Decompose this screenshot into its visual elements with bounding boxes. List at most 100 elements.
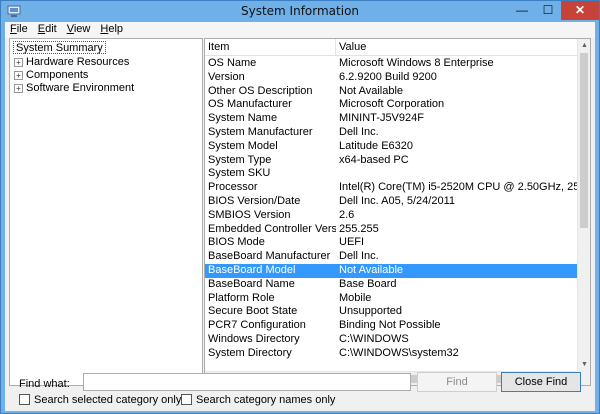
expand-icon[interactable]: + <box>14 58 23 67</box>
minimize-button[interactable]: — <box>509 1 535 20</box>
row-item-cell: Other OS Description <box>208 84 313 97</box>
row-item-cell: Embedded Controller Version <box>208 222 336 235</box>
table-row[interactable]: OS Manufacturer Microsoft Corporation <box>205 98 578 112</box>
row-value-cell: Base Board <box>339 277 397 290</box>
search-category-names-checkbox[interactable]: Search category names only <box>181 394 335 408</box>
table-row[interactable]: System SKU <box>205 167 578 181</box>
menu-file-accel: F <box>10 23 17 35</box>
row-value-cell: Dell Inc. <box>339 125 379 138</box>
find-button[interactable]: Find <box>417 372 497 392</box>
table-row[interactable]: BaseBoard Name Base Board <box>205 278 578 292</box>
row-item-cell: BIOS Mode <box>208 236 265 249</box>
table-row[interactable]: SMBIOS Version 2.6 <box>205 209 578 223</box>
column-header-value[interactable]: Value <box>336 39 578 56</box>
tree-item-software-environment[interactable]: + Software Environment <box>14 82 134 95</box>
tree-item-hardware-resources[interactable]: + Hardware Resources <box>14 56 129 69</box>
table-row[interactable]: BIOS Mode UEFI <box>205 236 578 250</box>
list-rows: OS Name Microsoft Windows 8 Enterprise Ver… <box>205 57 578 361</box>
row-item-cell: OS Name <box>208 57 257 69</box>
tree-item-label: Components <box>26 69 89 81</box>
checkbox-box[interactable] <box>19 394 30 405</box>
table-row[interactable]: Other OS Description Not Available <box>205 85 578 99</box>
row-value-cell: MININT-J5V924F <box>339 112 424 125</box>
row-value-cell: Mobile <box>339 291 372 304</box>
table-row[interactable]: Processor Intel(R) Core(TM) i5-2520M CPU … <box>205 181 578 195</box>
menu-help[interactable]: Help <box>95 22 128 38</box>
row-item-cell: SMBIOS Version <box>208 208 291 221</box>
close-find-button[interactable]: Close Find <box>501 372 581 392</box>
row-item-cell: BIOS Version/Date <box>208 194 301 207</box>
table-row[interactable]: PCR7 Configuration Binding Not Possible <box>205 319 578 333</box>
row-item-cell: System Name <box>208 112 278 125</box>
menu-file[interactable]: File <box>5 22 33 38</box>
tree-item-system-summary[interactable]: System Summary <box>13 41 106 54</box>
scroll-down-icon[interactable]: ▼ <box>578 358 590 371</box>
row-value-cell: 6.2.9200 Build 9200 <box>339 70 437 83</box>
vertical-scroll-thumb[interactable] <box>580 53 588 228</box>
find-what-input[interactable] <box>83 373 411 391</box>
row-value-cell: Dell Inc. <box>339 250 379 263</box>
row-value-cell: Microsoft Corporation <box>339 98 445 111</box>
row-item-cell: BaseBoard Manufacturer <box>208 250 331 263</box>
close-button[interactable]: ✕ <box>561 1 599 20</box>
row-value-cell: UEFI <box>339 236 365 249</box>
menu-edit-label: dit <box>45 23 57 35</box>
column-header-item[interactable]: Item <box>205 39 336 56</box>
row-value-cell: Not Available <box>339 84 404 97</box>
row-item-cell: Processor <box>208 181 258 194</box>
menu-bar: File Edit View Help <box>5 22 595 38</box>
menu-edit[interactable]: Edit <box>33 22 62 38</box>
row-item-cell: Platform Role <box>208 291 275 304</box>
table-row[interactable]: Embedded Controller Version255.255 <box>205 223 578 237</box>
checkbox-box[interactable] <box>181 394 192 405</box>
row-value-cell: Dell Inc. A05, 5/24/2011 <box>339 194 455 207</box>
tree-item-label: Software Environment <box>26 82 135 94</box>
category-tree[interactable]: System Summary + Hardware Resources + Comp… <box>9 38 203 386</box>
table-row[interactable]: BIOS Version/Date Dell Inc. A05, 5/24/201… <box>205 195 578 209</box>
list-header: Item Value <box>205 39 578 56</box>
client-area: File Edit View Help System Summary + Hard… <box>5 22 595 411</box>
row-value-cell: C:\WINDOWS\system32 <box>339 346 459 359</box>
table-row[interactable]: Secure Boot State Unsupported <box>205 305 578 319</box>
table-row[interactable]: System Model Latitude E6320 <box>205 140 578 154</box>
menu-view[interactable]: View <box>62 22 96 38</box>
checkbox-label: Search category names only <box>196 394 336 406</box>
details-list[interactable]: Item Value OS Name Microsoft Windows 8 En… <box>204 38 591 386</box>
row-item-cell: PCR7 Configuration <box>208 319 306 332</box>
menu-file-label: ile <box>16 23 28 35</box>
row-item-cell: Windows Directory <box>208 332 300 345</box>
expand-icon[interactable]: + <box>14 84 23 93</box>
row-value-cell: Not Available <box>339 263 404 276</box>
table-row[interactable]: OS Name Microsoft Windows 8 Enterprise <box>205 57 578 71</box>
menu-help-label: elp <box>108 23 124 35</box>
vertical-scrollbar[interactable]: ▲ ▼ <box>577 39 590 371</box>
table-row[interactable]: Platform Role Mobile <box>205 292 578 306</box>
table-row[interactable]: BaseBoard Manufacturer Dell Inc. <box>205 250 578 264</box>
row-item-cell: System Manufacturer <box>208 125 313 138</box>
row-value-cell: Latitude E6320 <box>339 139 414 152</box>
find-what-label: Find what: <box>19 378 70 390</box>
tree-item-components[interactable]: + Components <box>14 69 88 82</box>
maximize-button[interactable]: ☐ <box>535 1 561 20</box>
table-row[interactable]: System Manufacturer Dell Inc. <box>205 126 578 140</box>
scroll-up-icon[interactable]: ▲ <box>578 39 590 52</box>
table-row[interactable]: Version 6.2.9200 Build 9200 <box>205 71 578 85</box>
expand-icon[interactable]: + <box>14 71 23 80</box>
table-row[interactable]: BaseBoard Model Not Available <box>205 263 578 278</box>
table-row[interactable]: System Name MININT-J5V924F <box>205 112 578 126</box>
menu-view-label: iew <box>73 23 91 35</box>
row-item-cell: Secure Boot State <box>208 305 298 318</box>
row-value-cell: Intel(R) Core(TM) i5-2520M CPU @ 2.50GHz… <box>339 181 578 194</box>
row-item-cell: BaseBoard Model <box>208 263 296 276</box>
table-row[interactable]: Windows Directory C:\WINDOWS <box>205 333 578 347</box>
title-bar[interactable]: System Information — ☐ ✕ <box>1 1 599 22</box>
row-value-cell: Binding Not Possible <box>339 319 441 332</box>
row-item-cell: Version <box>208 70 245 83</box>
table-row[interactable]: System Type x64-based PC <box>205 154 578 168</box>
row-item-cell: BaseBoard Name <box>208 277 295 290</box>
search-selected-category-checkbox[interactable]: Search selected category only <box>19 394 181 408</box>
row-item-cell: System Directory <box>208 346 292 359</box>
row-value-cell: Unsupported <box>339 305 402 318</box>
menu-view-accel: V <box>66 23 74 35</box>
table-row[interactable]: System Directory C:\WINDOWS\system32 <box>205 347 578 361</box>
